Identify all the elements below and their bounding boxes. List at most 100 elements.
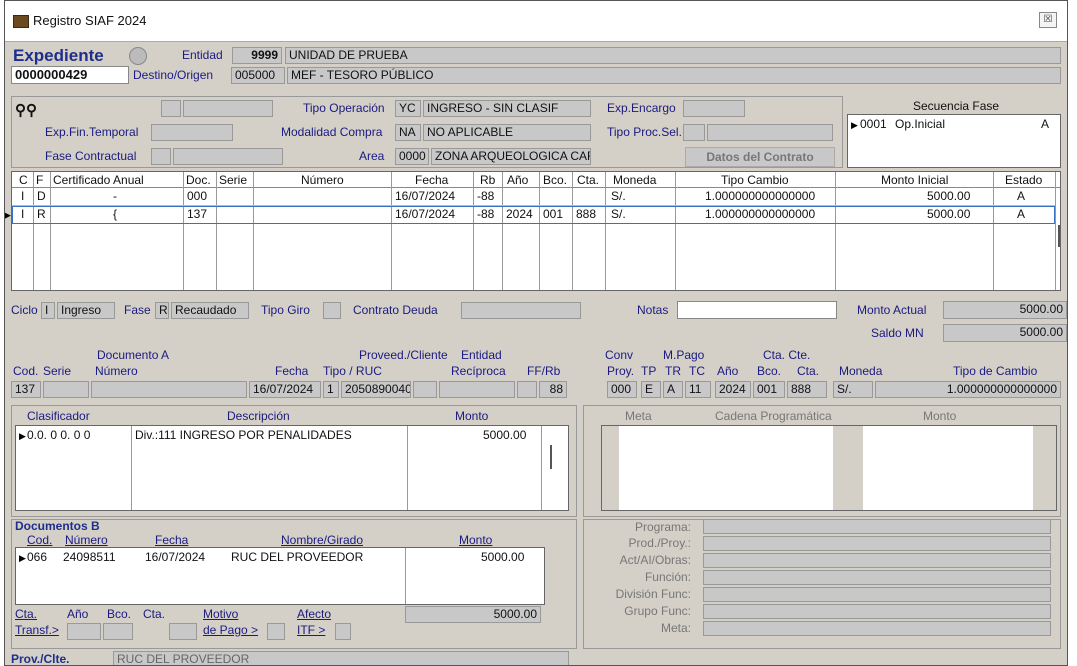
docb-cta-field <box>169 623 197 640</box>
tipo-giro-label: Tipo Giro <box>261 303 310 317</box>
col-bco: Bco. <box>543 173 568 187</box>
tipo-proc-name <box>707 124 833 141</box>
fase-contractual-code <box>151 148 171 165</box>
cell-bco: 001 <box>543 207 564 221</box>
ciclo-name: Ingreso <box>57 302 115 319</box>
secuencia-name: Op.Inicial <box>895 117 946 131</box>
documento-a-group: Documento A <box>97 348 170 362</box>
row-pointer-icon: ▶ <box>851 120 858 130</box>
col-doc: Doc. <box>186 173 211 187</box>
contrato-deuda-label: Contrato Deuda <box>353 303 438 317</box>
grid-divider <box>1055 172 1056 290</box>
cell-anio: 2024 <box>506 207 533 221</box>
cta-transf-link-1[interactable]: Cta. <box>15 607 37 621</box>
exp-encargo-field <box>683 100 745 117</box>
cta-label: Cta. <box>797 364 820 378</box>
grid-divider <box>502 172 503 290</box>
fase-name: Recaudado <box>171 302 249 319</box>
exp-fin-temporal-field <box>151 124 233 141</box>
doca-cta: 888 <box>787 381 827 398</box>
fecha-label: Fecha <box>275 364 309 378</box>
doca-bco: 001 <box>753 381 785 398</box>
docb-cod: 066 <box>27 550 48 564</box>
doca-reciproca <box>439 381 515 398</box>
saldo-mn-value: 5000.00 <box>943 324 1067 342</box>
grid-divider <box>572 172 573 290</box>
funcion-label: Función: <box>644 570 691 584</box>
cell-tc: 1.000000000000000 <box>705 189 816 203</box>
clasificador-code: 0.0. 0 0. 0 0 <box>27 428 91 442</box>
fase-label: Fase <box>124 303 151 317</box>
tipo-operacion-label: Tipo Operación <box>303 101 385 115</box>
grid-divider <box>33 172 34 290</box>
grid-divider <box>605 172 606 290</box>
afecto-itf-link-1[interactable]: Afecto <box>297 607 331 621</box>
doca-ff <box>517 381 537 398</box>
notas-input[interactable] <box>677 301 837 319</box>
funcion-field <box>703 570 1051 585</box>
docb-total: 5000.00 <box>405 606 541 623</box>
col-clasificador: Clasificador <box>27 409 90 423</box>
grid-divider <box>473 172 474 290</box>
division-func-field <box>703 587 1051 602</box>
cell-monto: 5000.00 <box>927 189 971 203</box>
docb-cta-label: Cta. <box>143 607 166 621</box>
programa-field <box>703 519 1051 534</box>
docb-monto: 5000.00 <box>481 550 525 564</box>
clasificador-scroll-thumb[interactable] <box>550 445 552 469</box>
expediente-number[interactable]: 0000000429 <box>11 66 129 84</box>
blank-field-1 <box>161 100 181 117</box>
ffrb-label: FF/Rb <box>527 364 561 378</box>
tipo-ruc-label: Tipo / RUC <box>323 364 382 378</box>
destino-name: MEF - TESORO PÚBLICO <box>287 67 1061 84</box>
secuencia-state: A <box>1041 117 1050 131</box>
doca-ruc: 20508900407 <box>341 381 411 398</box>
cod-label: Cod. <box>13 364 39 378</box>
binoculars-icon[interactable]: ⚲⚲ <box>15 101 37 119</box>
grid-divider <box>993 172 994 290</box>
prod-proy-field <box>703 536 1051 551</box>
destino-code: 005000 <box>231 67 285 84</box>
ciclo-code: I <box>41 302 55 319</box>
col-certificado: Certificado Anual <box>53 173 144 187</box>
doca-numero <box>91 381 247 398</box>
cell-f: R <box>37 207 46 221</box>
siaf-window: Registro SIAF 2024 ☒ Expediente Entidad … <box>4 0 1068 666</box>
area-label: Area <box>359 149 385 163</box>
tp-label: TP <box>641 364 657 378</box>
grid-divider <box>407 426 408 510</box>
clasificador-monto: 5000.00 <box>483 428 527 442</box>
doca-fecha: 16/07/2024 <box>249 381 321 398</box>
secuencia-title: Secuencia Fase <box>913 99 1000 113</box>
close-icon[interactable]: ☒ <box>1039 12 1057 28</box>
datos-contrato-button[interactable]: Datos del Contrato <box>685 147 835 167</box>
reciproca-label: Recíproca <box>451 364 506 378</box>
tipo-proc-code <box>683 124 705 141</box>
motivo-pago-link-1[interactable]: Motivo <box>203 607 238 621</box>
meta-field <box>703 621 1051 636</box>
secuencia-code: 0001 <box>860 117 887 131</box>
grid-divider <box>675 172 676 290</box>
col-c: C <box>19 173 28 187</box>
operations-grid[interactable] <box>11 171 1061 291</box>
cta-transf-link-2[interactable]: Transf.> <box>15 623 59 637</box>
exp-encargo-label: Exp.Encargo <box>607 101 676 115</box>
cell-c: I <box>21 207 25 221</box>
grid-scroll-thumb[interactable] <box>1058 225 1060 247</box>
grid-divider <box>405 548 406 604</box>
ciclo-label: Ciclo <box>11 303 38 317</box>
meta-label: Meta: <box>660 621 691 635</box>
row-pointer-icon: ▶ <box>4 210 11 220</box>
blank-field-2 <box>183 100 273 117</box>
meta-cell <box>619 426 833 510</box>
doca-anio: 2024 <box>715 381 751 398</box>
cell-moneda: S/. <box>611 207 626 221</box>
doca-moneda: S/. <box>833 381 873 398</box>
col-numero: Número <box>301 173 344 187</box>
afecto-itf-link-2[interactable]: ITF > <box>297 623 325 637</box>
col-tipo-cambio: Tipo Cambio <box>721 173 789 187</box>
motivo-pago-link-2[interactable]: de Pago > <box>203 623 258 637</box>
meta-monto-cell <box>863 426 1033 510</box>
status-circle-icon <box>129 47 147 65</box>
col-cta: Cta. <box>577 173 600 187</box>
